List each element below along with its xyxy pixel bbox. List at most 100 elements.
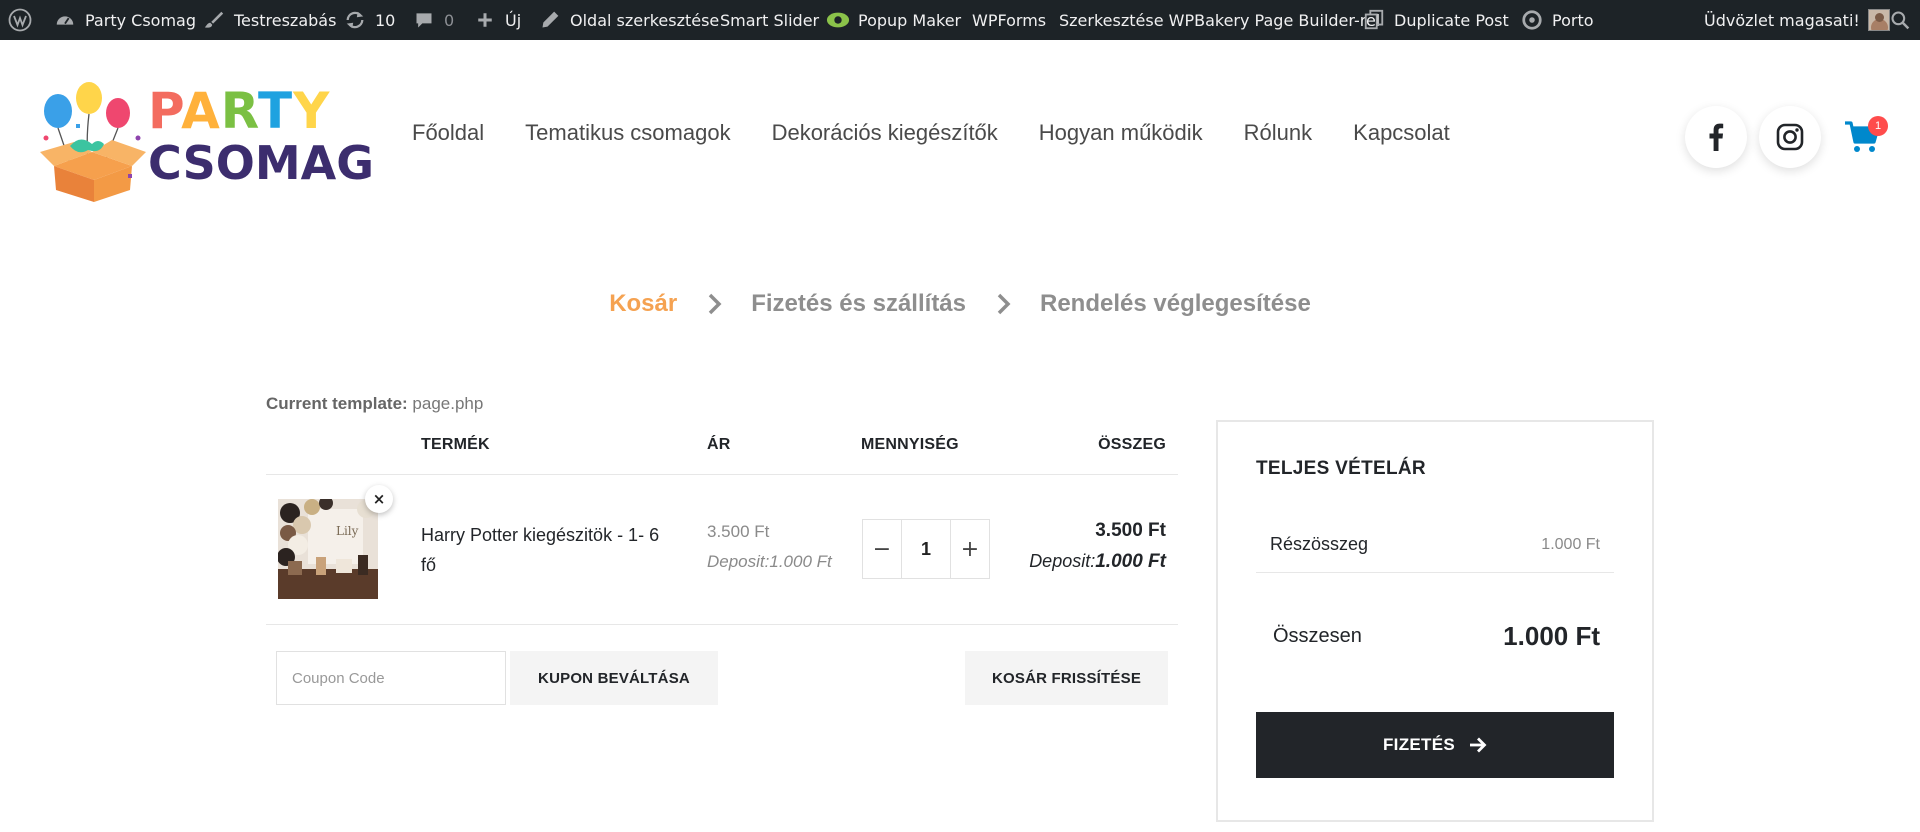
column-header-price: ÁR	[707, 436, 731, 453]
remove-item-button[interactable]: ×	[365, 485, 393, 513]
popup-maker-menu[interactable]: Popup Maker	[826, 0, 961, 40]
product-name-link[interactable]: Harry Potter kiegészitök - 1- 6 fő	[421, 520, 671, 580]
updates-menu[interactable]: 10	[343, 0, 395, 40]
wordpress-logo-menu[interactable]	[8, 0, 32, 40]
wpbakery-label: Szerkesztése WPBakery Page Builder-rel	[1059, 10, 1381, 30]
logo-word-csomag: CSOMAG	[148, 136, 374, 190]
proceed-to-checkout-button[interactable]: FIZETÉS	[1256, 712, 1614, 778]
comment-icon	[412, 8, 436, 32]
totals-divider	[1256, 572, 1614, 573]
subtotal-value: 1.000 Ft	[1541, 536, 1600, 553]
step-order-complete[interactable]: Rendelés véglegesítése	[1040, 290, 1311, 318]
customize-menu[interactable]: Testreszabás	[202, 0, 336, 40]
new-content-menu[interactable]: Új	[473, 0, 521, 40]
nav-link-thematic-packages[interactable]: Tematikus csomagok	[525, 120, 730, 146]
current-template-note: Current template: page.php	[266, 394, 483, 414]
column-header-product: TERMÉK	[421, 436, 490, 453]
nav-link-decoration-accessories[interactable]: Dekorációs kiegészítők	[772, 120, 998, 146]
popup-maker-label: Popup Maker	[858, 10, 962, 30]
new-label: Új	[505, 10, 522, 30]
logo-word-party: PARTY	[148, 82, 331, 140]
edit-page-menu[interactable]: Oldal szerkesztése	[538, 0, 719, 40]
comments-count: 0	[444, 10, 455, 30]
popup-maker-icon	[826, 8, 850, 32]
duplicate-post-label: Duplicate Post	[1394, 10, 1509, 30]
chevron-right-icon	[996, 292, 1012, 316]
smart-slider-menu[interactable]: Smart Slider	[720, 0, 819, 40]
checkout-steps: Kosár Fizetés és szállítás Rendelés végl…	[0, 290, 1920, 318]
column-header-total: ÖSSZEG	[1098, 436, 1166, 453]
cart-count-badge: 1	[1868, 116, 1888, 136]
line-subtotal: 3.500 Ft	[1095, 520, 1166, 541]
product-price-deposit: Deposit:1.000 Ft	[707, 552, 832, 572]
template-label: Current template:	[266, 394, 408, 413]
subtotal-label: Részösszeg	[1270, 534, 1369, 554]
step-cart[interactable]: Kosár	[609, 290, 677, 318]
wp-admin-bar: Party Csomag Testreszabás 10 0 Új Oldal …	[0, 0, 1920, 40]
line-deposit-total: Deposit:1.000 Ft	[1029, 551, 1166, 573]
product-price: 3.500 Ft	[707, 522, 770, 541]
deposit-label: Deposit:	[707, 552, 770, 571]
product-thumbnail[interactable]: Lily	[278, 499, 378, 599]
edit-page-label: Oldal szerkesztése	[570, 10, 720, 30]
template-value: page.php	[412, 394, 484, 413]
wordpress-icon	[8, 8, 32, 32]
column-header-quantity: MENNYISÉG	[861, 436, 959, 453]
wpbakery-menu[interactable]: Szerkesztése WPBakery Page Builder-rel	[1059, 0, 1380, 40]
quantity-decrease-button[interactable]: −	[863, 520, 901, 578]
dashboard-icon	[53, 8, 77, 32]
cart-totals-box: TELJES VÉTELÁR Részösszeg 1.000 Ft Össze…	[1216, 420, 1654, 822]
porto-icon	[1520, 8, 1544, 32]
deposit-value: 1.000 Ft	[1095, 551, 1166, 572]
facebook-icon	[1709, 123, 1724, 151]
step-checkout[interactable]: Fizetés és szállítás	[751, 290, 966, 318]
wpforms-label: WPForms	[972, 10, 1047, 30]
site-name-menu[interactable]: Party Csomag	[53, 0, 196, 40]
order-total-label: Összesen	[1273, 625, 1362, 647]
quantity-increase-button[interactable]: +	[951, 520, 989, 578]
updates-icon	[343, 8, 367, 32]
plus-icon	[473, 8, 497, 32]
apply-coupon-button[interactable]: KUPON BEVÁLTÁSA	[510, 651, 718, 705]
nav-link-about[interactable]: Rólunk	[1244, 120, 1312, 146]
porto-label: Porto	[1552, 10, 1594, 30]
nav-link-how-it-works[interactable]: Hogyan működik	[1039, 120, 1203, 146]
search-menu[interactable]	[1888, 0, 1912, 40]
coupon-code-input[interactable]	[276, 651, 506, 705]
table-header-divider	[266, 474, 1178, 475]
arrow-right-icon	[1470, 737, 1487, 753]
checkout-label: FIZETÉS	[1383, 735, 1455, 754]
facebook-button[interactable]	[1685, 106, 1747, 168]
account-menu[interactable]: Üdvözlet magasati!	[1704, 0, 1890, 40]
duplicate-icon	[1362, 8, 1386, 32]
porto-menu[interactable]: Porto	[1520, 0, 1594, 40]
quantity-stepper: − 1 +	[862, 519, 990, 579]
customize-label: Testreszabás	[234, 10, 337, 30]
site-logo[interactable]: PARTY CSOMAG	[40, 78, 374, 202]
greeting-label: Üdvözlet magasati!	[1704, 10, 1860, 30]
update-cart-button[interactable]: KOSÁR FRISSÍTÉSE	[965, 651, 1168, 705]
pencil-icon	[538, 8, 562, 32]
instagram-button[interactable]	[1759, 106, 1821, 168]
cart-button[interactable]: 1	[1844, 116, 1888, 156]
quantity-input[interactable]: 1	[901, 520, 951, 578]
wpforms-menu[interactable]: WPForms	[972, 0, 1046, 40]
brush-icon	[202, 8, 226, 32]
instagram-icon	[1776, 123, 1804, 151]
nav-link-contact[interactable]: Kapcsolat	[1353, 120, 1450, 146]
deposit-label: Deposit:	[1029, 551, 1096, 571]
order-total-value: 1.000 Ft	[1503, 621, 1600, 651]
duplicate-post-menu[interactable]: Duplicate Post	[1362, 0, 1509, 40]
smart-slider-label: Smart Slider	[720, 10, 820, 30]
updates-count: 10	[375, 10, 396, 30]
main-navigation: Főoldal Tematikus csomagok Dekorációs ki…	[412, 120, 1450, 146]
svg-text:Lily: Lily	[336, 524, 359, 538]
nav-link-home[interactable]: Főoldal	[412, 120, 484, 146]
site-name-label: Party Csomag	[85, 10, 196, 30]
cart-totals-title: TELJES VÉTELÁR	[1256, 458, 1426, 479]
table-row-divider	[266, 624, 1178, 625]
comments-menu[interactable]: 0	[412, 0, 454, 40]
party-box-icon	[40, 82, 146, 202]
user-avatar	[1867, 9, 1890, 31]
deposit-value: 1.000 Ft	[769, 552, 832, 571]
